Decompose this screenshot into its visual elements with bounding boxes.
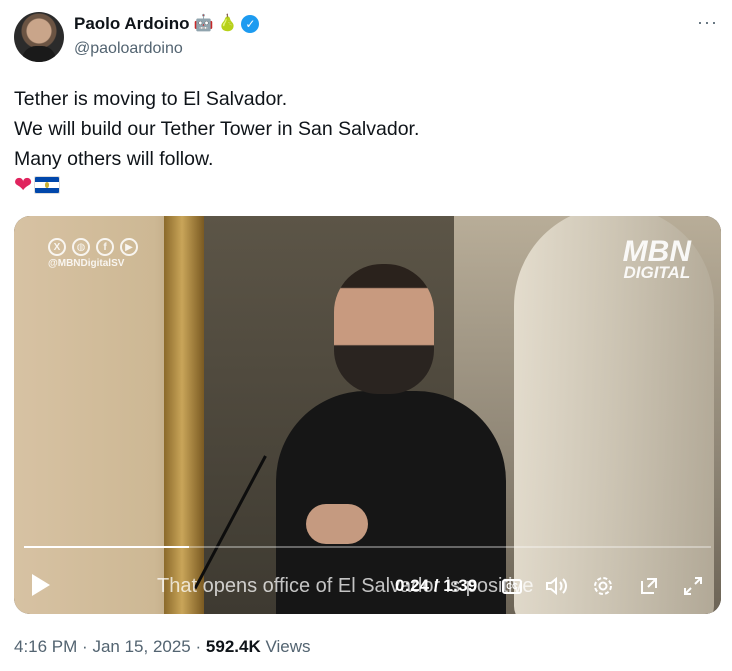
tweet-date[interactable]: Jan 15, 2025 xyxy=(92,637,190,656)
author-handle[interactable]: @paoloardoino xyxy=(74,40,183,58)
video-player[interactable]: X ◍ f ▶ @MBNDigitalSV MBN DIGITAL That o… xyxy=(14,216,721,614)
tweet-line: Many others will follow. xyxy=(14,148,214,170)
x-icon: X xyxy=(48,238,66,256)
progress-fill xyxy=(24,546,189,548)
globe-icon: ◍ xyxy=(72,238,90,256)
el-salvador-flag-icon xyxy=(34,176,61,194)
tweet-line: We will build our Tether Tower in San Sa… xyxy=(14,118,420,140)
facebook-icon: f xyxy=(96,238,114,256)
pear-emoji-icon: 🍐 xyxy=(217,15,238,32)
views-label: Views xyxy=(265,637,311,656)
tweet-time[interactable]: 4:16 PM xyxy=(14,637,77,656)
youtube-icon: ▶ xyxy=(120,238,138,256)
watermark-left: X ◍ f ▶ @MBNDigitalSV xyxy=(48,238,138,269)
robot-emoji-icon: 🤖 xyxy=(193,15,214,32)
verified-badge-icon[interactable]: ✓ xyxy=(241,15,260,33)
progress-bar[interactable] xyxy=(24,546,711,548)
pop-out-icon[interactable] xyxy=(635,572,663,600)
watermark-handle: @MBNDigitalSV xyxy=(48,258,125,269)
fullscreen-icon[interactable] xyxy=(679,572,707,600)
tweet-emojis: ❤ xyxy=(14,172,61,197)
tweet-text: Tether is moving to El Salvador. We will… xyxy=(14,84,714,174)
heart-icon: ❤ xyxy=(14,172,33,197)
watermark-logo: MBN DIGITAL xyxy=(622,235,691,282)
settings-icon[interactable] xyxy=(589,572,617,600)
closed-captions-icon[interactable]: CC xyxy=(498,572,526,600)
video-time: 0:24 / 1:39 xyxy=(395,576,478,595)
author-display-name[interactable]: Paolo Ardoino xyxy=(74,14,190,34)
author-name-row: Paolo Ardoino 🤖 🍐 ✓ xyxy=(74,14,260,34)
volume-icon[interactable] xyxy=(542,572,570,600)
views-count: 592.4K xyxy=(205,637,261,656)
play-icon[interactable] xyxy=(32,574,50,596)
tweet-meta: 4:16 PM · Jan 15, 2025 · 592.4K Views xyxy=(14,637,311,656)
avatar[interactable] xyxy=(14,12,64,62)
video-controls: 0:24 / 1:39 CC xyxy=(14,566,721,606)
more-options-icon[interactable]: ··· xyxy=(697,12,718,33)
tweet-line: Tether is moving to El Salvador. xyxy=(14,88,288,110)
